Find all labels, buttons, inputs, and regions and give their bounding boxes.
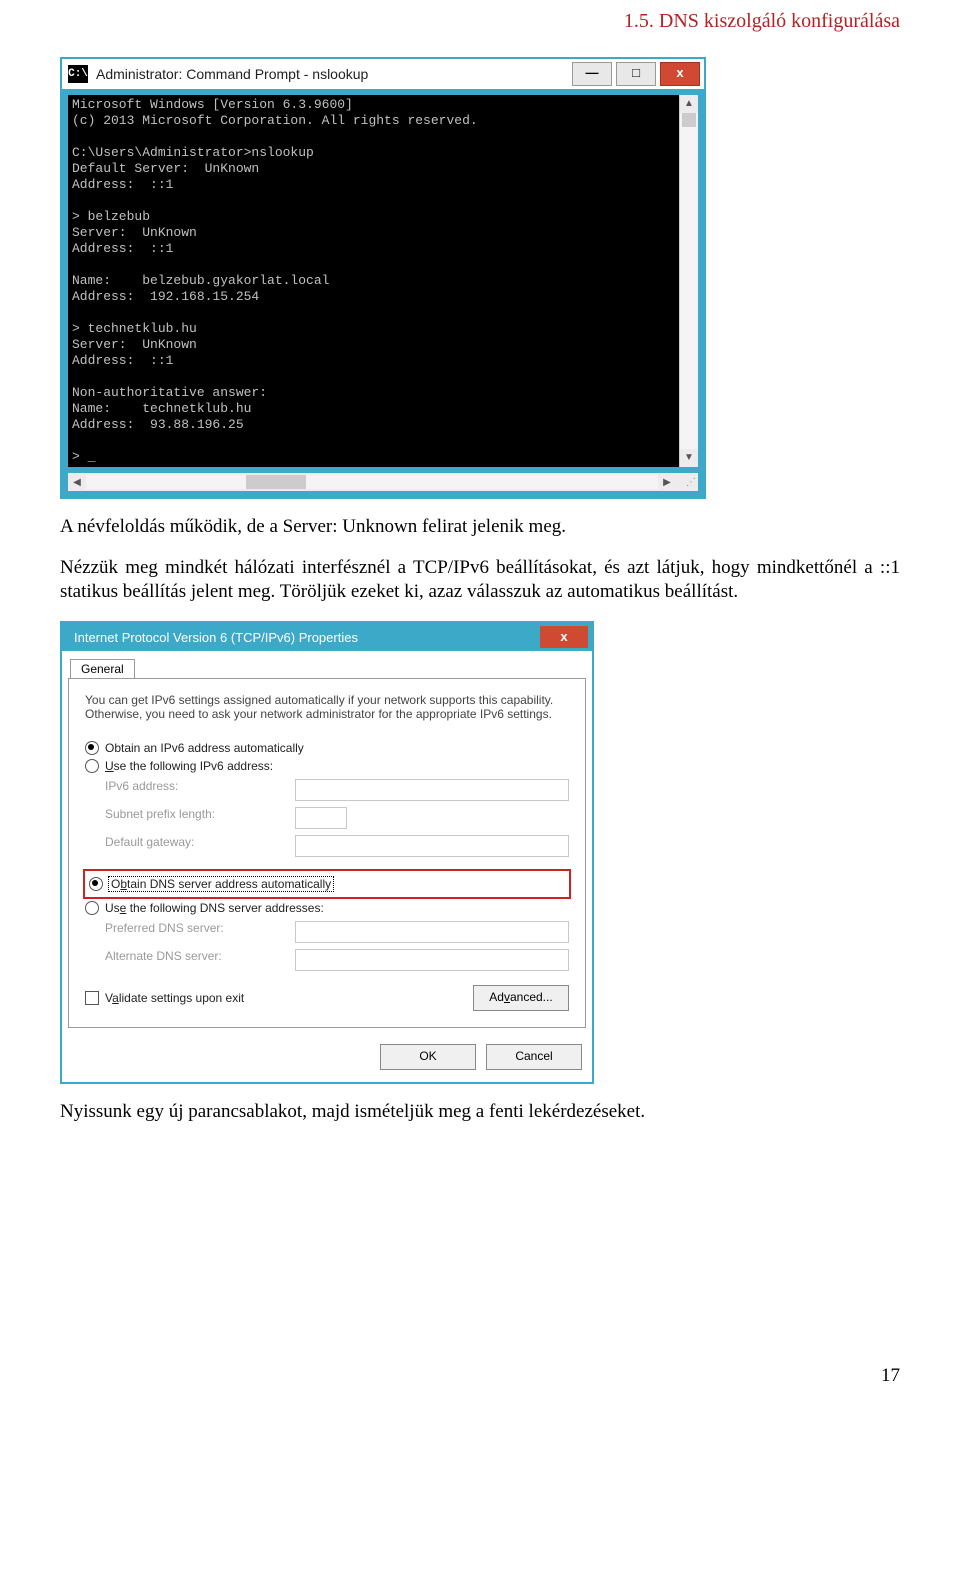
cancel-button[interactable]: Cancel [486, 1044, 582, 1070]
label-ipv6-address: IPv6 address: [105, 779, 285, 801]
input-alternate-dns [295, 949, 569, 971]
radio-icon [85, 741, 99, 755]
radio-label: Obtain an IPv6 address automatically [105, 741, 304, 755]
label-alternate-dns: Alternate DNS server: [105, 949, 285, 971]
radio-label: Obtain DNS server address automatically [109, 877, 333, 891]
cmd-output: Microsoft Windows [Version 6.3.9600] (c)… [68, 95, 679, 467]
radio-label: UUse the following IPv6 address:se the f… [105, 759, 273, 773]
validate-checkbox[interactable]: Validate settings upon exit Validate set… [85, 991, 244, 1005]
input-default-gateway [295, 835, 569, 857]
tab-general[interactable]: General [70, 659, 135, 678]
scroll-up-icon[interactable]: ▲ [680, 95, 698, 113]
radio-use-address[interactable]: UUse the following IPv6 address:se the f… [85, 759, 569, 773]
ipv6-properties-dialog: Internet Protocol Version 6 (TCP/IPv6) P… [60, 621, 594, 1084]
checkbox-label: Validate settings upon exit [105, 991, 244, 1005]
maximize-button[interactable]: □ [616, 62, 656, 86]
ok-button[interactable]: OK [380, 1044, 476, 1070]
close-button[interactable]: x [660, 62, 700, 86]
scroll-down-icon[interactable]: ▼ [680, 449, 698, 467]
cmd-icon: C:\ [68, 65, 88, 83]
radio-use-dns[interactable]: Use the following DNS server addresses: … [85, 901, 569, 915]
radio-label: Use the following DNS server addresses: [105, 901, 324, 915]
page-number: 17 [60, 1365, 900, 1387]
props-window-title: Internet Protocol Version 6 (TCP/IPv6) P… [62, 630, 540, 645]
scroll-thumb[interactable] [680, 113, 698, 449]
input-subnet-prefix [295, 807, 347, 829]
props-titlebar: Internet Protocol Version 6 (TCP/IPv6) P… [62, 623, 592, 651]
paragraph-2: Nézzük meg mindkét hálózati interfésznél… [60, 556, 900, 605]
label-default-gateway: Default gateway: [105, 835, 285, 857]
highlighted-region: Obtain DNS server address automatically … [85, 871, 569, 897]
scroll-left-icon[interactable]: ◀ [68, 477, 86, 488]
radio-icon [85, 759, 99, 773]
paragraph-1: A névfeloldás működik, de a Server: Unkn… [60, 515, 900, 540]
scroll-thumb-h[interactable] [86, 475, 658, 489]
radio-obtain-dns[interactable]: Obtain DNS server address automatically … [89, 877, 565, 891]
input-preferred-dns [295, 921, 569, 943]
section-header: 1.5. DNS kiszolgáló konfigurálása [60, 0, 900, 57]
advanced-button[interactable]: Advanced... [473, 985, 569, 1011]
tab-panel: You can get IPv6 settings assigned autom… [68, 678, 586, 1028]
radio-icon [85, 901, 99, 915]
tab-strip: General [62, 651, 592, 678]
radio-icon [89, 877, 103, 891]
resize-grip-icon[interactable]: ⋰ [676, 477, 698, 488]
input-ipv6-address [295, 779, 569, 801]
scroll-right-icon[interactable]: ▶ [658, 477, 676, 488]
minimize-button[interactable]: — [572, 62, 612, 86]
label-preferred-dns: Preferred DNS server: [105, 921, 285, 943]
vertical-scrollbar[interactable]: ▲ ▼ [679, 95, 698, 467]
cmd-titlebar: C:\ Administrator: Command Prompt - nslo… [62, 59, 704, 89]
checkbox-icon [85, 991, 99, 1005]
label-subnet-prefix: Subnet prefix length: [105, 807, 285, 829]
radio-obtain-address[interactable]: Obtain an IPv6 address automatically [85, 741, 569, 755]
dialog-footer: OK Cancel [62, 1034, 592, 1082]
command-prompt-window: C:\ Administrator: Command Prompt - nslo… [60, 57, 706, 499]
horizontal-scrollbar[interactable]: ◀ ▶ ⋰ [68, 473, 698, 491]
props-close-button[interactable]: x [540, 626, 588, 648]
help-text: You can get IPv6 settings assigned autom… [85, 693, 569, 721]
cmd-window-title: Administrator: Command Prompt - nslookup [94, 66, 572, 82]
paragraph-3: Nyissunk egy új parancsablakot, majd ism… [60, 1100, 900, 1125]
